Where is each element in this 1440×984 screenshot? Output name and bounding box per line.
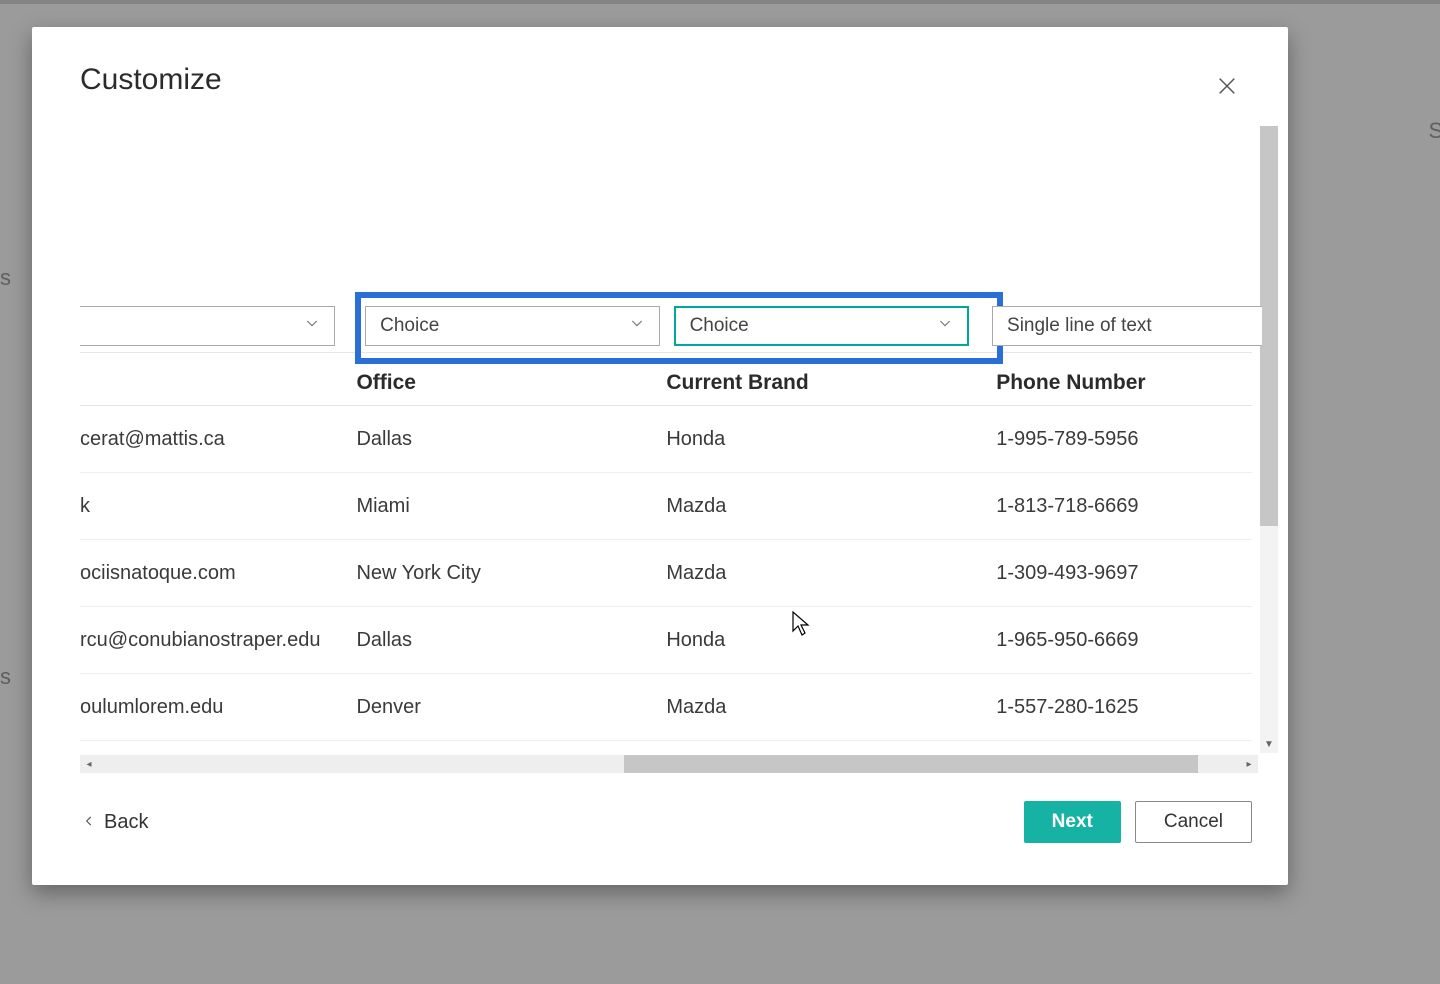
cell-brand: Mazda: [666, 562, 976, 585]
cell-office: Dallas: [356, 629, 666, 652]
chevron-down-icon: [629, 315, 645, 337]
dropdown-value: Choice: [690, 315, 749, 337]
cell-phone: 1-557-280-1625: [976, 696, 1252, 719]
modal-header: Customize: [32, 27, 1288, 106]
cell-phone: 1-309-493-9697: [976, 562, 1252, 585]
cell-email: cerat@mattis.ca: [80, 428, 356, 451]
dropdown-value: Single line of text: [1007, 315, 1152, 337]
chevron-down-icon: [937, 315, 953, 337]
column-type-row: Choice Choice Single line of text: [80, 306, 1252, 353]
back-label: Back: [104, 811, 148, 834]
column-type-cell: Single line of text: [972, 306, 1252, 346]
modal-title: Customize: [80, 63, 222, 97]
scroll-down-arrow-icon[interactable]: ▼: [1260, 735, 1278, 753]
column-type-dropdown[interactable]: Choice: [365, 306, 660, 346]
scroll-right-arrow-icon[interactable]: ▸: [1240, 755, 1258, 773]
column-header-row: Office Current Brand Phone Number: [80, 353, 1252, 406]
data-grid: Choice Choice Single line of text: [80, 306, 1252, 741]
cancel-button[interactable]: Cancel: [1135, 801, 1252, 843]
close-button[interactable]: [1210, 69, 1244, 106]
cell-phone: 1-965-950-6669: [976, 629, 1252, 652]
column-header: [80, 371, 356, 395]
table-row: cerat@mattis.ca Dallas Honda 1-995-789-5…: [80, 406, 1252, 473]
cell-office: New York City: [356, 562, 666, 585]
chevron-left-icon: [82, 811, 96, 834]
cell-office: Dallas: [356, 428, 666, 451]
scroll-area: ▲ ▼ ◂ ▸ Choice: [32, 126, 1280, 775]
vertical-scrollbar-thumb[interactable]: [1260, 126, 1278, 526]
table-row: k Miami Mazda 1-813-718-6669: [80, 473, 1252, 540]
cell-email: rcu@conubianostraper.edu: [80, 629, 356, 652]
cell-brand: Mazda: [666, 495, 976, 518]
table-row: ociisnatoque.com New York City Mazda 1-3…: [80, 540, 1252, 607]
column-header: Phone Number: [976, 371, 1252, 395]
footer-buttons: Next Cancel: [1024, 801, 1252, 843]
chevron-down-icon: [304, 315, 320, 337]
column-type-cell: Choice: [355, 306, 663, 346]
column-header: Office: [356, 371, 666, 395]
modal-footer: Back Next Cancel: [32, 779, 1288, 885]
cell-brand: Honda: [666, 629, 976, 652]
column-type-dropdown[interactable]: Choice: [674, 306, 969, 346]
cell-phone: 1-813-718-6669: [976, 495, 1252, 518]
cell-email: oulumlorem.edu: [80, 696, 356, 719]
cell-brand: Mazda: [666, 696, 976, 719]
cell-office: Miami: [356, 495, 666, 518]
table-row: rcu@conubianostraper.edu Dallas Honda 1-…: [80, 607, 1252, 674]
cell-brand: Honda: [666, 428, 976, 451]
horizontal-scrollbar-thumb[interactable]: [624, 755, 1198, 773]
cell-email: ociisnatoque.com: [80, 562, 356, 585]
column-header: Current Brand: [666, 371, 976, 395]
column-type-dropdown[interactable]: [80, 306, 335, 346]
cell-email: k: [80, 495, 356, 518]
next-button[interactable]: Next: [1024, 801, 1121, 843]
cell-office: Denver: [356, 696, 666, 719]
cell-phone: 1-995-789-5956: [976, 428, 1252, 451]
back-button[interactable]: Back: [82, 811, 148, 834]
close-icon: [1216, 85, 1238, 100]
table-row: oulumlorem.edu Denver Mazda 1-557-280-16…: [80, 674, 1252, 741]
column-type-dropdown[interactable]: Single line of text: [992, 306, 1262, 346]
dropdown-value: Choice: [380, 315, 439, 337]
column-type-cell: Choice: [664, 306, 972, 346]
scroll-left-arrow-icon[interactable]: ◂: [80, 755, 98, 773]
column-type-cell: [80, 306, 355, 346]
customize-modal: Customize ▲ ▼ ◂ ▸: [32, 27, 1288, 885]
